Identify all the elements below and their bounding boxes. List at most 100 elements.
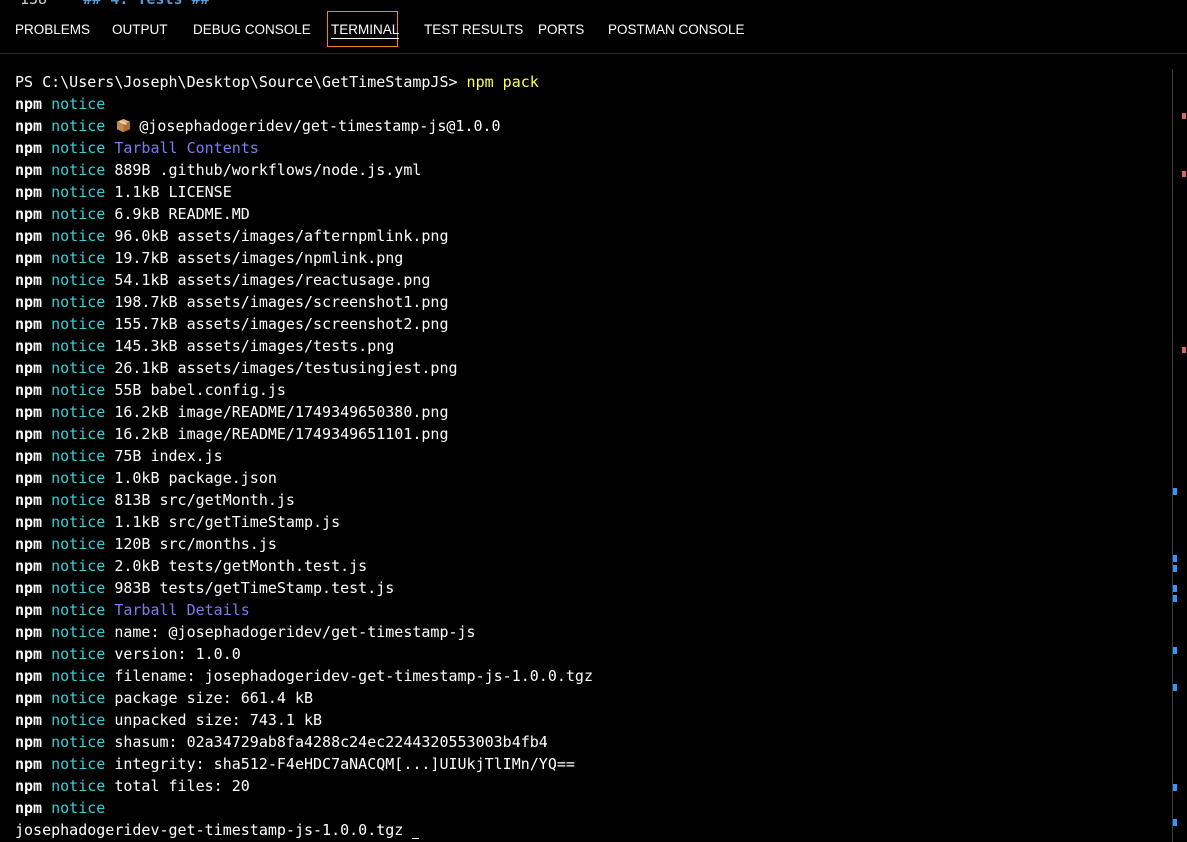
npm-label: npm [15,139,43,157]
npm-label: npm [15,513,43,531]
npm-label: npm [15,667,43,685]
terminal-line: npm notice 16.2kB image/README/174934965… [15,423,593,445]
editor-line-number: 138 [20,0,47,8]
terminal-output: PS C:\Users\Joseph\Desktop\Source\GetTim… [15,71,593,841]
notice-text: unpacked size: 743.1 kB [114,711,323,729]
terminal-prompt-line: PS C:\Users\Joseph\Desktop\Source\GetTim… [15,71,593,93]
npm-label: npm [15,403,43,421]
terminal-cursor [412,838,420,839]
notice-text: 813B src/getMonth.js [114,491,295,509]
notice-label: notice [51,95,106,113]
notice-text: 1.0kB package.json [114,469,277,487]
notice-label: notice [51,689,106,707]
terminal-line: npm notice 1.1kB src/getTimeStamp.js [15,511,593,533]
ruler-mark [1173,595,1177,602]
notice-text: 1.1kB LICENSE [114,183,232,201]
terminal-line: npm notice [15,93,593,115]
terminal-command: npm pack [466,73,539,91]
npm-label: npm [15,337,43,355]
notice-label: notice [51,249,106,267]
editor-peek-line: 138 ## 4. Tests ## [20,0,210,7]
npm-label: npm [15,161,43,179]
terminal-line: npm notice 1.0kB package.json [15,467,593,489]
npm-label: npm [15,425,43,443]
tab-postman-console[interactable]: POSTMAN CONSOLE [608,11,745,47]
package-icon [117,118,131,133]
npm-label: npm [15,469,43,487]
terminal-line: npm notice 983B tests/getTimeStamp.test.… [15,577,593,599]
terminal-line: npm notice integrity: sha512-F4eHDC7aNAC… [15,753,593,775]
terminal-line: npm notice 813B src/getMonth.js [15,489,593,511]
terminal-line: npm notice 2.0kB tests/getMonth.test.js [15,555,593,577]
notice-label: notice [51,623,106,641]
npm-label: npm [15,755,43,773]
terminal-view[interactable]: PS C:\Users\Joseph\Desktop\Source\GetTim… [0,54,1172,842]
tab-ports[interactable]: PORTS [538,11,584,47]
overview-ruler [1173,54,1187,842]
ruler-mark [1173,555,1177,562]
tab-terminal[interactable]: TERMINAL [327,11,400,47]
notice-text: 2.0kB tests/getMonth.test.js [114,557,368,575]
editor-peek-text: ## 4. Tests ## [83,0,209,8]
npm-label: npm [15,491,43,509]
notice-label: notice [51,711,106,729]
terminal-line: npm notice 19.7kB assets/images/npmlink.… [15,247,593,269]
ruler-mark [1182,113,1186,119]
tab-test-results[interactable]: TEST RESULTS [424,11,523,47]
notice-label: notice [51,535,106,553]
notice-label: notice [51,381,106,399]
terminal-line: npm notice version: 1.0.0 [15,643,593,665]
npm-label: npm [15,645,43,663]
notice-text: 983B tests/getTimeStamp.test.js [114,579,395,597]
notice-text: name: @josephadogeridev/get-timestamp-js [114,623,476,641]
notice-label: notice [51,337,106,355]
tab-problems[interactable]: PROBLEMS [15,11,90,47]
notice-label: notice [51,139,106,157]
terminal-line: npm notice Tarball Details [15,599,593,621]
tab-postman-console-label: POSTMAN CONSOLE [608,22,745,37]
notice-label: notice [51,359,106,377]
npm-label: npm [15,227,43,245]
ruler-mark [1173,684,1177,691]
terminal-line: npm notice 1.1kB LICENSE [15,181,593,203]
section-heading: Tarball Details [114,601,250,619]
notice-label: notice [51,491,106,509]
notice-label: notice [51,117,106,135]
terminal-line: npm notice 6.9kB README.MD [15,203,593,225]
notice-label: notice [51,799,106,817]
notice-text: 155.7kB assets/images/screenshot2.png [114,315,449,333]
npm-label: npm [15,799,43,817]
tab-problems-label: PROBLEMS [15,22,91,37]
notice-text: 96.0kB assets/images/afternpmlink.png [114,227,449,245]
terminal-line: npm notice name: @josephadogeridev/get-t… [15,621,593,643]
notice-label: notice [51,513,106,531]
npm-label: npm [15,293,43,311]
ruler-mark [1173,784,1177,791]
notice-label: notice [51,315,106,333]
notice-text: 54.1kB assets/images/reactusage.png [114,271,431,289]
terminal-line: npm notice Tarball Contents [15,137,593,159]
terminal-line: npm notice 55B babel.config.js [15,379,593,401]
notice-text: 198.7kB assets/images/screenshot1.png [114,293,449,311]
notice-label: notice [51,227,106,245]
terminal-line: npm notice 26.1kB assets/images/testusin… [15,357,593,379]
terminal-line: npm notice 145.3kB assets/images/tests.p… [15,335,593,357]
ruler-mark [1173,647,1177,654]
panel-tab-bar: PROBLEMS OUTPUT DEBUG CONSOLE TERMINAL T… [0,8,1187,54]
tab-debug-console[interactable]: DEBUG CONSOLE [193,11,311,47]
terminal-line: npm notice unpacked size: 743.1 kB [15,709,593,731]
terminal-line: npm notice [15,797,593,819]
tab-output[interactable]: OUTPUT [112,11,168,47]
terminal-line: npm notice 889B .github/workflows/node.j… [15,159,593,181]
terminal-line: npm notice shasum: 02a34729ab8fa4288c24e… [15,731,593,753]
terminal-line: npm notice 16.2kB image/README/174934965… [15,401,593,423]
npm-label: npm [15,315,43,333]
notice-label: notice [51,557,106,575]
ruler-mark [1173,488,1177,495]
notice-text: 1.1kB src/getTimeStamp.js [114,513,341,531]
notice-text: 889B .github/workflows/node.js.yml [114,161,422,179]
notice-text: version: 1.0.0 [114,645,241,663]
tab-debug-console-label: DEBUG CONSOLE [193,22,311,37]
notice-label: notice [51,755,106,773]
tab-test-results-label: TEST RESULTS [424,22,524,37]
